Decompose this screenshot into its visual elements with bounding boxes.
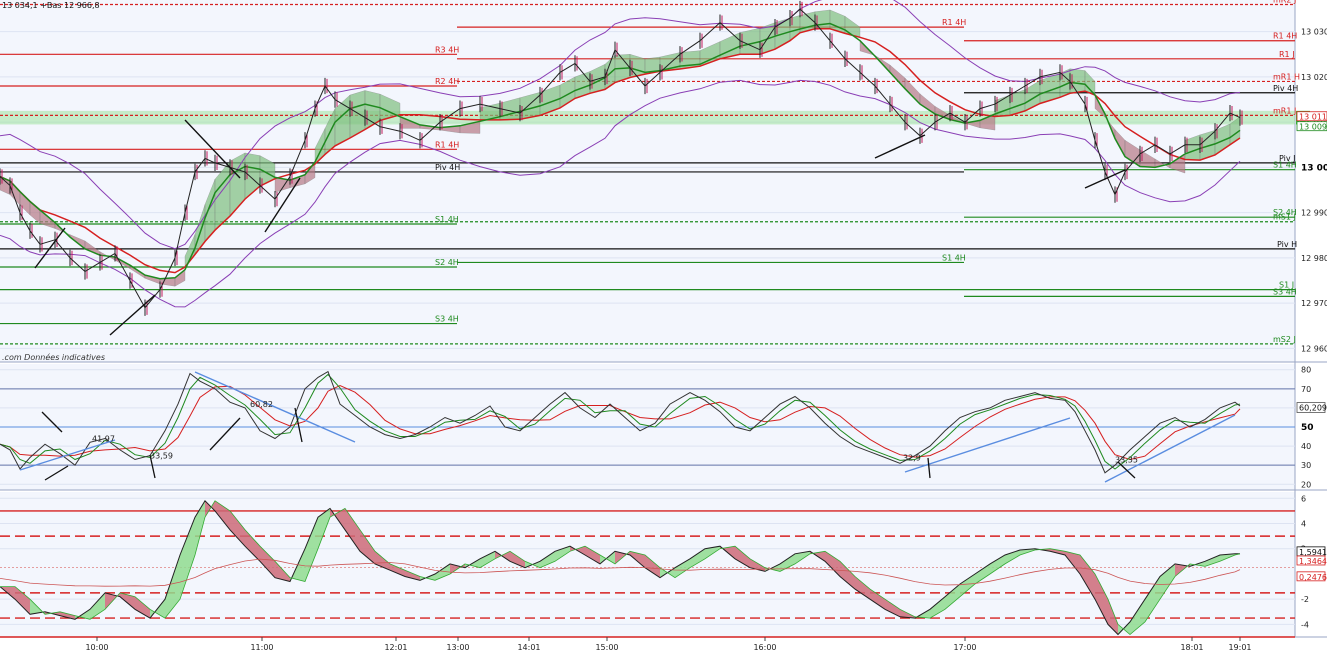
- pivot-level-label: mS2 J: [1273, 335, 1296, 344]
- price-y-tick-label: 13 030: [1301, 28, 1327, 37]
- price-y-tick-label: 13 020: [1301, 73, 1327, 82]
- rsi-annotation: 32,9: [903, 454, 921, 463]
- x-tick-label: 13:00: [446, 643, 469, 652]
- rsi-y-tick-label: 70: [1301, 385, 1311, 394]
- pivot-level-label: Piv H: [1277, 240, 1297, 249]
- price-y-tick-label: 12 960: [1301, 344, 1327, 353]
- pivot-level-label: R1 4H: [435, 140, 459, 149]
- trading-chart[interactable]: 13 03013 02013 01013 00012 99012 98012 9…: [0, 0, 1327, 653]
- rsi-y-tick-label: 40: [1301, 442, 1311, 451]
- osc-tag-label: 0,2476: [1299, 573, 1327, 582]
- pivot-level-label: R1 J: [1279, 50, 1295, 59]
- x-tick-label: 10:00: [85, 643, 108, 652]
- price-y-tick-label: 13 000: [1301, 163, 1327, 173]
- x-tick-label: 12:01: [384, 643, 407, 652]
- rsi-tag-label: 60,209: [1299, 404, 1327, 413]
- pivot-level-label: mR2 J: [1273, 0, 1296, 5]
- price-y-tick-label: 12 970: [1301, 299, 1327, 308]
- x-tick-label: 15:00: [595, 643, 618, 652]
- osc-y-tick-label: 6: [1301, 494, 1306, 503]
- x-tick-label: 17:00: [953, 643, 976, 652]
- rsi-annotation: 41,97: [92, 434, 115, 443]
- rsi-y-tick-label: 20: [1301, 480, 1311, 489]
- pivot-level-label: mS1 J: [1273, 213, 1296, 222]
- cloud-segment-green: [739, 27, 761, 55]
- x-tick-label: 11:00: [250, 643, 273, 652]
- price-tag-label: 13 009,0: [1299, 123, 1327, 132]
- rsi-annotation: 33,35: [1115, 455, 1138, 464]
- x-tick-label: 18:01: [1180, 643, 1203, 652]
- pivot-level-label: mR1 H: [1273, 72, 1300, 81]
- osc-y-tick-label: -4: [1301, 620, 1309, 629]
- header-quote: 13 034,1 +Bas 12 966,8: [2, 1, 100, 10]
- x-tick-label: 16:00: [753, 643, 776, 652]
- pivot-level-label: Piv 4H: [1273, 84, 1298, 93]
- pivot-level-label: S2 4H: [435, 258, 459, 267]
- pivot-level-label: R2 4H: [435, 77, 459, 86]
- rsi-y-tick-label: 30: [1301, 461, 1311, 470]
- pivot-level-label: S1 4H: [1273, 161, 1297, 170]
- pivot-level-label: S1 4H: [942, 253, 966, 262]
- osc-tag-label: 1,3464: [1299, 557, 1327, 566]
- watermark-text: .com Données indicatives: [2, 352, 105, 362]
- rsi-annotation: 60,82: [250, 400, 273, 409]
- x-tick-label: 14:01: [517, 643, 540, 652]
- x-tick-label: 19:01: [1228, 643, 1251, 652]
- pivot-level-label: R1 4H: [942, 18, 966, 27]
- pivot-level-label: S3 4H: [435, 315, 459, 324]
- price-y-tick-label: 12 990: [1301, 209, 1327, 218]
- osc-y-tick-label: -2: [1301, 595, 1309, 604]
- pivot-level-label: Piv 4H: [435, 163, 460, 172]
- pivot-level-label: R3 4H: [435, 45, 459, 54]
- pivot-level-label: R1 4H: [1273, 32, 1297, 41]
- pivot-level-label: S1 4H: [435, 215, 459, 224]
- rsi-y-tick-label: 80: [1301, 366, 1311, 375]
- price-y-tick-label: 12 980: [1301, 254, 1327, 263]
- pivot-level-label: mR1 J: [1273, 106, 1296, 115]
- chart-root: 13 03013 02013 01013 00012 99012 98012 9…: [0, 0, 1327, 653]
- rsi-annotation: 33,59: [150, 452, 173, 461]
- pivot-level-label: S3 4H: [1273, 287, 1297, 296]
- rsi-y-tick-label: 50: [1301, 423, 1314, 433]
- price-tag-label: 13 011,2: [1299, 113, 1327, 122]
- osc-y-tick-label: 4: [1301, 520, 1306, 529]
- osc-tag-label: 1,5941: [1299, 548, 1327, 557]
